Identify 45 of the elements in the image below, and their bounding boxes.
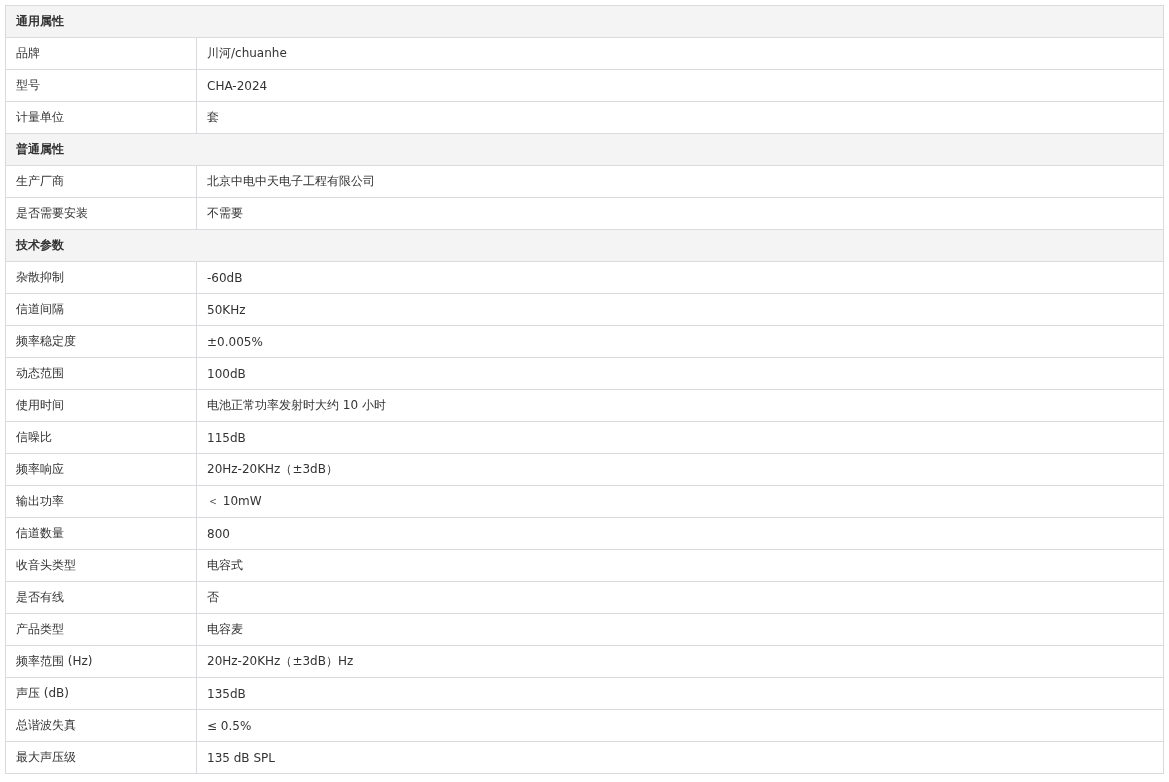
property-name: 频率范围 (Hz): [5, 645, 197, 678]
property-name: 产品类型: [5, 613, 197, 646]
property-value: 800: [196, 517, 1164, 550]
property-name: 频率响应: [5, 453, 197, 486]
property-value: 不需要: [196, 197, 1164, 230]
property-value: 川河/chuanhe: [196, 37, 1164, 70]
property-name: 型号: [5, 69, 197, 102]
property-name: 输出功率: [5, 485, 197, 518]
property-name: 声压 (dB): [5, 677, 197, 710]
property-name: 信道数量: [5, 517, 197, 550]
property-value: 20Hz-20KHz（±3dB）Hz: [196, 645, 1164, 678]
property-value: ＜ 10mW: [196, 485, 1164, 518]
property-name: 信噪比: [5, 421, 197, 454]
property-value: 115dB: [196, 421, 1164, 454]
property-name: 使用时间: [5, 389, 197, 422]
property-value: 北京中电中天电子工程有限公司: [196, 165, 1164, 198]
section-header: 技术参数: [5, 229, 1164, 262]
property-value: 电容麦: [196, 613, 1164, 646]
property-name: 收音头类型: [5, 549, 197, 582]
property-name: 计量单位: [5, 101, 197, 134]
property-name: 品牌: [5, 37, 197, 70]
property-value: CHA-2024: [196, 69, 1164, 102]
property-name: 信道间隔: [5, 293, 197, 326]
property-name: 生产厂商: [5, 165, 197, 198]
property-value: 套: [196, 101, 1164, 134]
property-value: 20Hz-20KHz（±3dB）: [196, 453, 1164, 486]
property-value: 否: [196, 581, 1164, 614]
property-value: ≤ 0.5%: [196, 709, 1164, 742]
property-value: 电池正常功率发射时大约 10 小时: [196, 389, 1164, 422]
section-header: 通用属性: [5, 5, 1164, 38]
property-name: 频率稳定度: [5, 325, 197, 358]
property-name: 是否有线: [5, 581, 197, 614]
property-name: 动态范围: [5, 357, 197, 390]
section-header: 普通属性: [5, 133, 1164, 166]
property-value: 135 dB SPL: [196, 741, 1164, 774]
property-name: 总谐波失真: [5, 709, 197, 742]
property-value: 电容式: [196, 549, 1164, 582]
property-name: 最大声压级: [5, 741, 197, 774]
property-value: 50KHz: [196, 293, 1164, 326]
property-name: 是否需要安装: [5, 197, 197, 230]
property-value: 135dB: [196, 677, 1164, 710]
property-value: 100dB: [196, 357, 1164, 390]
property-value: -60dB: [196, 261, 1164, 294]
property-name: 杂散抑制: [5, 261, 197, 294]
property-value: ±0.005%: [196, 325, 1164, 358]
